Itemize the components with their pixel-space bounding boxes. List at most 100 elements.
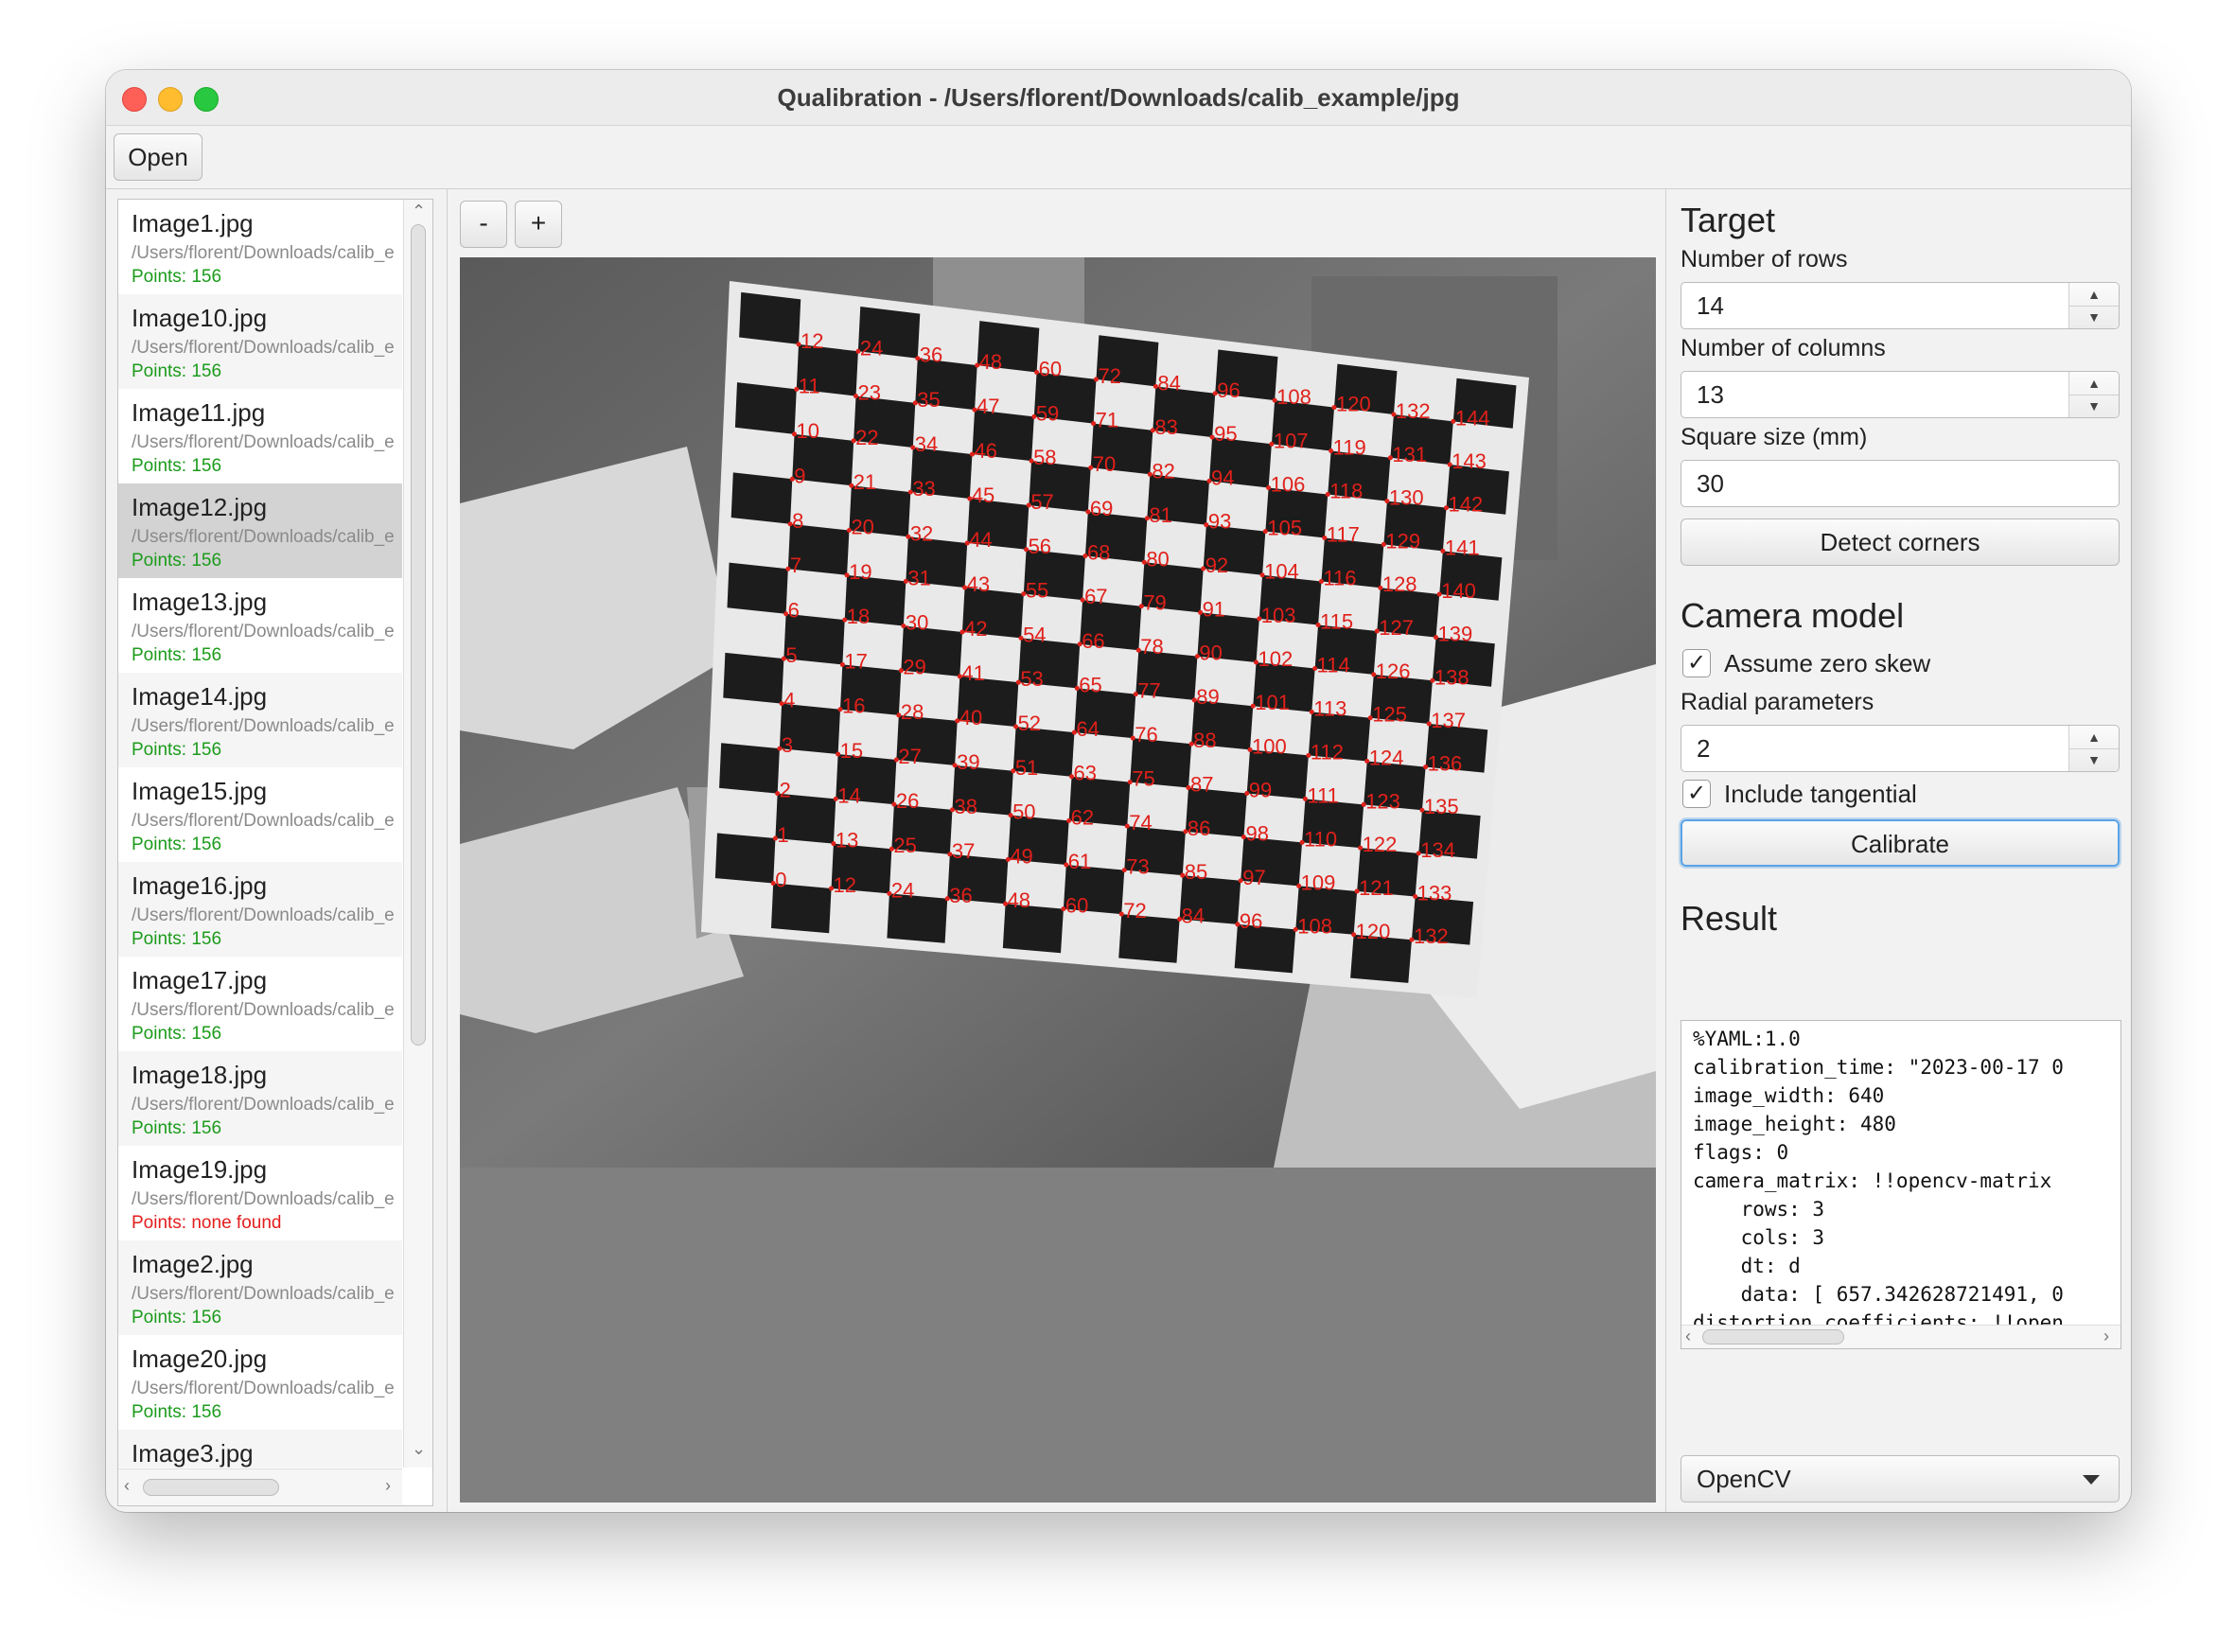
image-file-name: Image12.jpg — [132, 493, 268, 521]
scroll-right-icon[interactable]: › — [2103, 1327, 2109, 1346]
decrement-icon[interactable]: ▼ — [2069, 395, 2119, 417]
increment-icon[interactable]: ▲ — [2069, 372, 2119, 395]
open-button[interactable]: Open — [114, 133, 202, 181]
result-output[interactable]: %YAML:1.0 calibration_time: "2023-00-17 … — [1681, 1020, 2121, 1349]
corner-index-label: 33 — [912, 477, 935, 501]
columns-stepper[interactable]: ▲ ▼ — [2068, 372, 2119, 417]
board-square — [739, 291, 801, 344]
result-scroll-thumb[interactable] — [1702, 1329, 1844, 1344]
image-file-path: /Users/florent/Downloads/calib_e — [132, 527, 395, 547]
corner-index-label: 101 — [1255, 691, 1290, 714]
corner-index-label: 141 — [1445, 536, 1480, 559]
columns-value: 13 — [1697, 380, 1724, 409]
image-list-hscroll-thumb[interactable] — [143, 1479, 279, 1496]
image-list-horizontal-scrollbar[interactable]: ‹ › — [118, 1468, 402, 1505]
corner-index-label: 47 — [977, 395, 999, 418]
corner-index-label: 70 — [1093, 452, 1116, 476]
corner-index-label: 7 — [790, 554, 801, 577]
corner-index-label: 16 — [842, 694, 865, 718]
corner-index-label: 81 — [1149, 503, 1171, 527]
image-list-item[interactable]: Image14.jpg/Users/florent/Downloads/cali… — [118, 673, 402, 767]
target-heading: Target — [1681, 201, 1776, 239]
image-list-item[interactable]: Image19.jpg/Users/florent/Downloads/cali… — [118, 1146, 402, 1240]
scroll-left-icon[interactable]: ‹ — [124, 1476, 130, 1496]
corner-index-label: 56 — [1029, 535, 1051, 558]
corner-index-label: 23 — [858, 381, 881, 405]
board-square — [730, 472, 793, 524]
calibrate-button[interactable]: Calibrate — [1681, 819, 2120, 867]
zoom-out-button[interactable]: - — [460, 201, 507, 248]
radial-parameters-label: Radial parameters — [1681, 689, 1874, 715]
corner-index-label: 39 — [957, 750, 979, 774]
increment-icon[interactable]: ▲ — [2069, 283, 2119, 307]
radial-parameters-stepper[interactable]: ▲ ▼ — [2068, 726, 2119, 771]
decrement-icon[interactable]: ▼ — [2069, 306, 2119, 328]
image-list-item[interactable]: Image11.jpg/Users/florent/Downloads/cali… — [118, 389, 402, 483]
corner-index-label: 48 — [1008, 888, 1030, 912]
rows-stepper[interactable]: ▲ ▼ — [2068, 283, 2119, 328]
right-splitter[interactable] — [1665, 189, 1666, 1512]
corner-index-label: 137 — [1431, 709, 1466, 732]
tangential-checkbox[interactable]: ✓ — [1682, 780, 1711, 808]
image-list-vertical-scrollbar[interactable]: ⌃ ⌄ — [403, 200, 432, 1467]
image-list-item[interactable]: Image13.jpg/Users/florent/Downloads/cali… — [118, 578, 402, 673]
image-list-item[interactable]: Image12.jpg/Users/florent/Downloads/cali… — [118, 483, 402, 578]
corner-index-label: 75 — [1132, 767, 1154, 791]
image-list-item[interactable]: Image10.jpg/Users/florent/Downloads/cali… — [118, 294, 402, 389]
corner-index-label: 124 — [1369, 747, 1404, 770]
image-viewer[interactable]: 12 11 10 9 8 7 6 5 4 3 2 1 0 24 23 22 21 20 19 18 17 16 15 14 13… — [460, 257, 1656, 1503]
image-list-items: Image1.jpg/Users/florent/Downloads/calib… — [118, 200, 402, 1467]
image-points-status: Points: 156 — [132, 456, 222, 476]
image-list[interactable]: Image1.jpg/Users/florent/Downloads/calib… — [117, 199, 433, 1506]
result-horizontal-scrollbar[interactable]: ‹ › — [1681, 1325, 2121, 1348]
zero-skew-label: Assume zero skew — [1724, 649, 1931, 677]
image-list-item[interactable]: Image20.jpg/Users/florent/Downloads/cali… — [118, 1335, 402, 1430]
corner-index-label: 140 — [1441, 579, 1476, 603]
corner-index-label: 117 — [1327, 523, 1360, 547]
corner-index-label: 21 — [854, 470, 876, 494]
image-list-item[interactable]: Image3.jpg — [118, 1430, 402, 1467]
image-list-item[interactable]: Image15.jpg/Users/florent/Downloads/cali… — [118, 767, 402, 862]
rows-spinner[interactable]: 14 ▲ ▼ — [1681, 282, 2120, 329]
corner-index-label: 41 — [961, 661, 984, 685]
corner-index-label: 120 — [1356, 920, 1391, 943]
image-list-item[interactable]: Image1.jpg/Users/florent/Downloads/calib… — [118, 200, 402, 294]
radial-parameters-spinner[interactable]: 2 ▲ ▼ — [1681, 725, 2120, 772]
image-list-item[interactable]: Image16.jpg/Users/florent/Downloads/cali… — [118, 862, 402, 957]
detect-corners-button[interactable]: Detect corners — [1681, 518, 2120, 566]
result-yaml-text[interactable]: %YAML:1.0 calibration_time: "2023-00-17 … — [1693, 1025, 2109, 1348]
image-file-name: Image20.jpg — [132, 1344, 268, 1373]
zoom-in-button[interactable]: + — [515, 201, 562, 248]
window-title: Qualibration - /Users/florent/Downloads/… — [777, 83, 1460, 112]
image-list-item[interactable]: Image17.jpg/Users/florent/Downloads/cali… — [118, 957, 402, 1051]
corner-index-label: 73 — [1126, 855, 1149, 879]
output-format-select[interactable]: OpenCV — [1681, 1455, 2120, 1503]
corner-index-label: 114 — [1317, 653, 1350, 677]
image-list-scroll-thumb[interactable] — [411, 224, 426, 1046]
checkmark-icon: ✓ — [1686, 781, 1707, 806]
image-file-path: /Users/florent/Downloads/calib_e — [132, 1284, 395, 1304]
corner-index-label: 109 — [1301, 870, 1336, 894]
image-list-item[interactable]: Image2.jpg/Users/florent/Downloads/calib… — [118, 1240, 402, 1335]
zero-skew-checkbox[interactable]: ✓ — [1682, 649, 1711, 677]
corner-index-label: 95 — [1214, 422, 1237, 446]
image-list-item[interactable]: Image18.jpg/Users/florent/Downloads/cali… — [118, 1051, 402, 1146]
scroll-up-icon[interactable]: ⌃ — [412, 202, 426, 221]
corner-index-label: 102 — [1258, 647, 1293, 671]
increment-icon[interactable]: ▲ — [2069, 726, 2119, 749]
square-size-label: Square size (mm) — [1681, 424, 1868, 450]
left-splitter[interactable] — [447, 189, 448, 1512]
corner-index-label: 12 — [801, 329, 823, 353]
decrement-icon[interactable]: ▼ — [2069, 748, 2119, 771]
columns-spinner[interactable]: 13 ▲ ▼ — [1681, 371, 2120, 418]
scroll-left-icon[interactable]: ‹ — [1685, 1327, 1691, 1346]
corner-index-label: 26 — [896, 789, 919, 813]
corner-index-label: 79 — [1143, 591, 1166, 615]
scroll-right-icon[interactable]: › — [385, 1476, 391, 1496]
corner-index-label: 42 — [964, 617, 987, 641]
scroll-down-icon[interactable]: ⌄ — [412, 1439, 426, 1459]
corner-index-label: 60 — [1065, 894, 1088, 918]
corner-index-label: 132 — [1414, 924, 1449, 948]
square-size-input[interactable]: 30 — [1681, 460, 2120, 507]
corner-index-label: 103 — [1261, 604, 1296, 627]
